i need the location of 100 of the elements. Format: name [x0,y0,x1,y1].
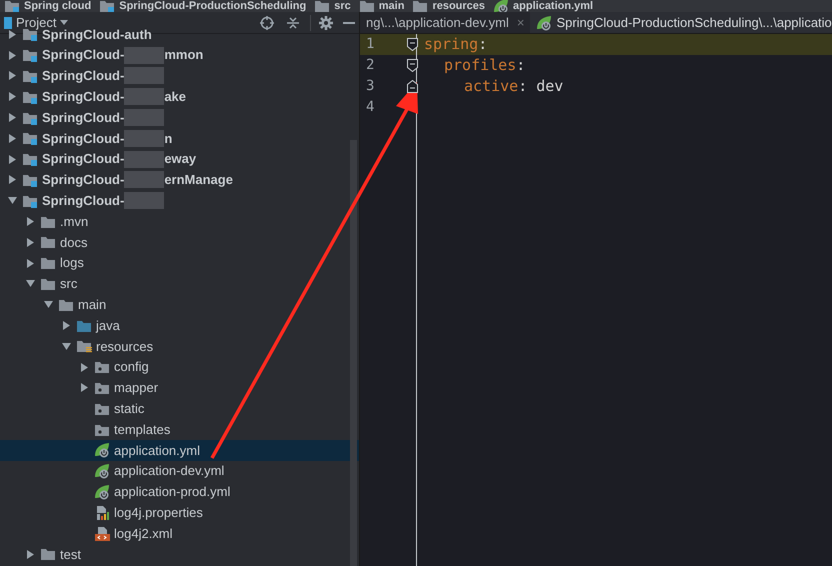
folder-icon [22,48,38,62]
breadcrumb-item[interactable]: resources [412,0,486,13]
tree-label-end: eway [164,150,196,168]
collapsed-arrow-icon[interactable] [26,238,34,247]
tree-item[interactable]: mapper [0,378,359,398]
folder-icon [40,547,56,562]
folder-icon [94,402,110,416]
tree-item[interactable]: application.yml [0,440,359,461]
chart-file-icon [94,504,110,521]
fold-marker-icon[interactable] [406,38,418,51]
target-icon[interactable] [260,16,274,30]
tree-label-end: n [164,130,172,148]
collapsed-arrow-icon[interactable] [8,175,16,184]
collapsed-arrow-icon[interactable] [80,362,88,372]
collapsed-arrow-icon[interactable] [8,30,16,39]
editor-tab[interactable]: ng\...\application-dev.yml × [360,12,530,33]
tree-item[interactable]: .mvn [0,211,359,232]
collapsed-arrow-icon[interactable] [8,154,16,164]
tree-label-end: mmon [164,46,204,64]
leaf-file-icon [94,484,110,500]
collapsed-arrow-icon[interactable] [8,50,16,60]
tree-item[interactable]: static [0,398,359,420]
code-line: active: dev [463,76,564,98]
breadcrumb-item[interactable]: Spring cloud [4,0,92,13]
tree-item[interactable]: log4j2.xml [0,523,359,544]
settings-icon[interactable] [319,16,333,30]
expanded-arrow-icon[interactable] [62,342,70,351]
tree-item[interactable]: test [0,544,359,565]
tree-item[interactable]: application-prod.yml [0,482,359,502]
tree-label-end: ake [164,88,186,106]
expanded-arrow-icon[interactable] [8,196,16,206]
tree-item[interactable]: config [0,356,359,378]
leaf-file-icon [94,442,110,458]
collapsed-arrow-icon[interactable] [62,321,70,330]
code-line: profiles: [443,55,526,76]
tree-item[interactable]: logs [0,252,359,274]
line-number: 4 [365,98,376,117]
tree-item[interactable]: java [0,315,359,336]
project-icon [4,16,12,28]
leaf-file-icon [94,463,110,480]
tree-item[interactable]: templates [0,419,359,440]
tree-item[interactable]: SpringCloud- [0,66,359,86]
tree-item[interactable]: SpringCloud- mmon [0,44,359,66]
breadcrumb-item[interactable]: main [358,0,404,13]
tree-item[interactable]: SpringCloud- ake [0,86,359,108]
folder-icon [22,194,38,208]
editor-tab[interactable]: SpringCloud-ProductionScheduling\...\applicatio [530,12,832,33]
expanded-arrow-icon[interactable] [44,300,52,310]
leaf-file-icon [536,14,552,30]
folder-icon [22,110,38,125]
folder-icon [22,90,38,104]
line-number: 3 [365,77,376,96]
tree-item[interactable]: SpringCloud- ernManage [0,170,359,190]
collapse-all-icon[interactable] [286,16,300,30]
tree-item[interactable]: log4j.properties [0,502,359,524]
folder-icon [40,235,56,250]
tree-item[interactable]: docs [0,232,359,253]
tree-item[interactable]: SpringCloud- eway [0,148,359,170]
collapsed-arrow-icon[interactable] [8,134,16,143]
tree-item[interactable]: resources [0,336,359,357]
folder-icon [58,298,74,312]
folder-icon [22,68,38,83]
tree-item[interactable]: main [0,294,359,316]
folder-icon [40,276,56,291]
tree-item[interactable]: SpringCloud- [0,107,359,128]
line-number: 2 [365,56,376,75]
folder-icon [94,360,110,374]
folder-icon [40,256,56,270]
folder-icon [4,0,20,13]
folder-icon [22,152,38,166]
collapsed-arrow-icon[interactable] [26,258,34,268]
collapsed-arrow-icon[interactable] [26,217,34,226]
collapsed-arrow-icon[interactable] [8,113,16,122]
collapsed-arrow-icon[interactable] [80,383,88,392]
folder-icon [94,422,110,437]
folder-icon [99,0,116,13]
folder-icon [40,214,56,229]
fold-marker-icon[interactable] [406,59,418,72]
fold-end-icon[interactable] [406,80,418,93]
folder-icon [76,339,92,354]
line-number: 1 [365,35,376,54]
folder-icon [76,318,92,333]
expanded-arrow-icon[interactable] [26,279,34,288]
tree-item[interactable]: SpringCloud- n [0,128,359,149]
tree-item[interactable]: src [0,274,359,294]
minimize-icon[interactable] [343,22,355,24]
collapsed-arrow-icon[interactable] [26,550,34,559]
collapsed-arrow-icon[interactable] [8,92,16,102]
breadcrumb-item[interactable]: SpringCloud-ProductionScheduling [99,0,306,13]
folder-icon [22,172,38,187]
tree-item[interactable]: SpringCloud- [0,190,359,212]
tree-label-end: ernManage [164,171,233,190]
folder-icon [94,380,110,395]
scrollbar[interactable] [350,140,357,566]
collapsed-arrow-icon[interactable] [8,71,16,80]
code-file-icon [94,526,110,542]
caret-icon [60,20,68,25]
breadcrumb-item[interactable]: src [314,0,351,13]
tree-item[interactable]: application-dev.yml [0,460,359,482]
code-line: spring: [424,34,488,56]
